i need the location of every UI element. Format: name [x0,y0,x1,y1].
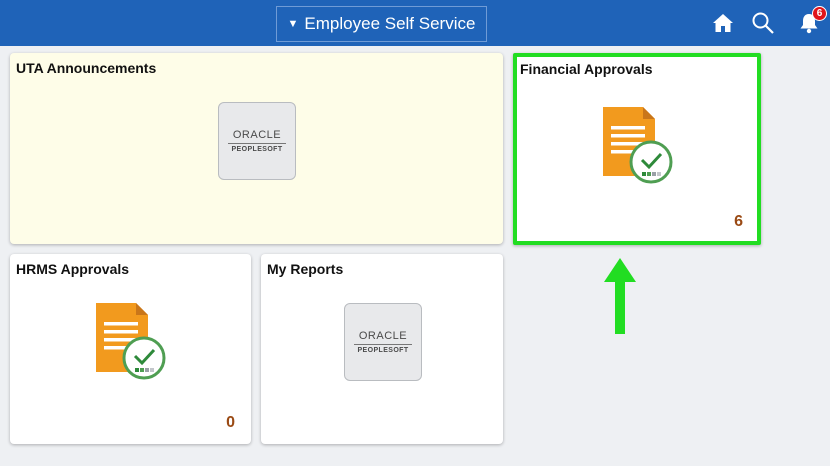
logo-text-peoplesoft: PEOPLESOFT [231,146,283,153]
caret-down-icon: ▼ [287,18,299,30]
up-arrow-icon [604,258,636,334]
page-title: Employee Self Service [304,14,476,33]
tile-hrms-approvals[interactable]: HRMS Approvals 0 [10,254,251,444]
oracle-peoplesoft-logo: ORACLE PEOPLESOFT [218,102,296,180]
tile-my-reports[interactable]: My Reports ORACLE PEOPLESOFT [261,254,503,444]
logo-text-peoplesoft: PEOPLESOFT [357,347,409,354]
notification-badge: 6 [812,6,827,21]
tile-title: HRMS Approvals [16,261,130,277]
approval-doc-icon [599,104,677,186]
logo-divider [228,143,286,144]
tile-count: 6 [734,213,743,230]
tile-uta-announcements[interactable]: UTA Announcements ORACLE PEOPLESOFT [10,53,503,244]
header-bar: ▼ Employee Self Service 6 [0,0,830,46]
tile-title: My Reports [267,261,344,277]
tile-financial-approvals[interactable]: Financial Approvals 6 [513,53,761,245]
logo-text-oracle: ORACLE [232,129,282,141]
tile-count: 0 [226,414,235,431]
oracle-peoplesoft-logo: ORACLE PEOPLESOFT [344,303,422,381]
search-icon[interactable] [748,9,778,37]
tile-title: UTA Announcements [16,60,157,76]
tile-title: Financial Approvals [520,61,653,77]
logo-divider [354,344,412,345]
logo-text-oracle: ORACLE [358,330,408,342]
home-icon[interactable] [708,9,738,37]
approval-doc-icon [92,300,170,382]
page-title-menu[interactable]: ▼ Employee Self Service [276,6,487,42]
